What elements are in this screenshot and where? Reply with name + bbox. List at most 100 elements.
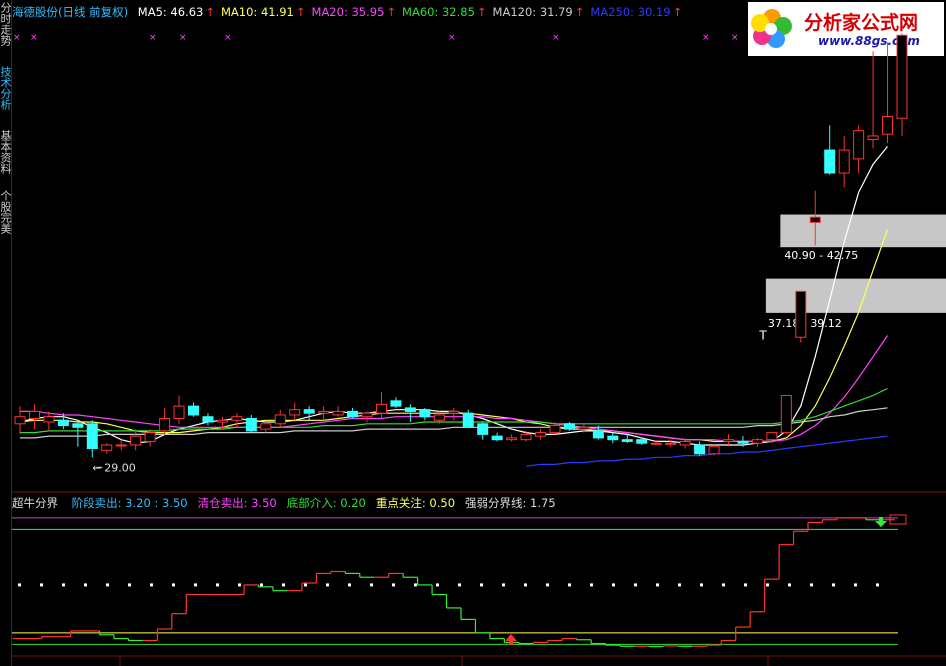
candle-body-60 [882, 116, 894, 135]
split-dot-4 [106, 583, 109, 587]
candle-body-53 [780, 395, 792, 434]
split-dot-5 [128, 583, 131, 587]
candle-body-14 [216, 419, 228, 423]
candle-body-55 [809, 216, 821, 223]
candle-body-41 [607, 435, 619, 441]
candle-body-45 [665, 442, 677, 445]
candle-body-26 [390, 400, 402, 407]
candle-body-9 [144, 432, 156, 442]
marker-x-4: × [224, 33, 232, 43]
candle-body-17 [260, 423, 272, 430]
split-dot-39 [876, 583, 879, 587]
candle-body-54 [795, 290, 807, 338]
candle-body-40 [592, 430, 604, 439]
ma-line-ma5 [19, 146, 888, 446]
price-chart: ×××××××××40.90 - 42.7537.18 - 39.12T29.0… [12, 33, 946, 666]
candle-body-33 [491, 435, 503, 441]
candle-body-29 [433, 414, 445, 421]
split-dot-26 [590, 583, 593, 587]
split-dot-0 [18, 583, 21, 587]
split-dot-17 [392, 583, 395, 587]
candle-body-49 [722, 439, 734, 442]
candle-body-57 [838, 149, 850, 174]
candle-body-11 [173, 405, 185, 419]
candle-body-34 [506, 437, 518, 441]
candle-body-50 [737, 440, 749, 444]
split-dot-18 [414, 583, 417, 587]
split-dot-24 [546, 583, 549, 587]
split-dot-36 [810, 583, 813, 587]
split-dot-28 [634, 583, 637, 587]
candle-body-25 [375, 403, 387, 414]
candle-body-38 [563, 423, 575, 430]
candle-body-28 [419, 409, 431, 418]
candle-body-13 [202, 416, 214, 423]
candle-body-18 [274, 414, 286, 425]
split-dot-32 [722, 583, 725, 587]
candle-body-39 [578, 426, 590, 430]
low-arrow-icon: ← [92, 461, 101, 474]
marker-x-7: × [702, 33, 710, 43]
split-dot-15 [348, 583, 351, 587]
candle-body-44 [650, 442, 662, 445]
candle-body-27 [404, 407, 416, 412]
marker-x-0: × [13, 33, 21, 43]
split-dot-33 [744, 583, 747, 587]
split-dot-34 [766, 583, 769, 587]
candle-body-0 [14, 416, 26, 425]
split-dot-22 [502, 583, 505, 587]
candle-body-58 [853, 130, 865, 160]
split-dot-27 [612, 583, 615, 587]
candle-body-52 [766, 432, 778, 441]
candle-body-42 [621, 439, 633, 442]
split-dot-14 [326, 583, 329, 587]
split-dot-31 [700, 583, 703, 587]
marker-x-2: × [149, 33, 157, 43]
split-dot-10 [238, 583, 241, 587]
candle-body-30 [448, 410, 460, 414]
candle-body-31 [462, 412, 474, 428]
split-dot-38 [854, 583, 857, 587]
candle-body-6 [101, 444, 113, 451]
split-dot-3 [84, 583, 87, 587]
split-dot-16 [370, 583, 373, 587]
candle-body-21 [318, 410, 330, 414]
candle-body-1 [28, 410, 40, 419]
candle-body-36 [535, 432, 547, 437]
candle-body-32 [477, 423, 489, 435]
zone-label-0: 40.90 - 42.75 [784, 249, 858, 262]
candle-body-2 [43, 416, 55, 423]
candle-body-22 [332, 410, 344, 416]
candle-body-48 [708, 446, 720, 455]
split-dot-35 [788, 583, 791, 587]
candle-body-3 [57, 419, 69, 427]
candle-body-8 [130, 435, 142, 446]
split-dot-6 [150, 583, 153, 587]
candle-body-56 [824, 149, 836, 174]
marker-x-5: × [448, 33, 456, 43]
split-dot-37 [832, 583, 835, 587]
split-dot-20 [458, 583, 461, 587]
candle-body-16 [245, 417, 257, 432]
candle-body-59 [867, 135, 879, 140]
candle-body-43 [636, 439, 648, 444]
marker-x-3: × [179, 33, 187, 43]
split-dot-1 [40, 583, 43, 587]
split-dot-12 [282, 583, 285, 587]
marker-x-6: × [552, 33, 560, 43]
candle-body-23 [347, 410, 359, 418]
candle-body-20 [303, 409, 315, 414]
marker-x-1: × [30, 33, 38, 43]
candle-body-5 [86, 423, 98, 450]
split-dot-21 [480, 583, 483, 587]
candle-body-35 [520, 433, 532, 441]
candle-body-24 [361, 412, 373, 418]
zone-tick-mark: T [758, 329, 767, 343]
split-dot-30 [678, 583, 681, 587]
candle-body-4 [72, 423, 84, 428]
split-dot-29 [656, 583, 659, 587]
candle-body-46 [679, 440, 691, 446]
candle-body-51 [751, 439, 763, 444]
split-dot-11 [260, 583, 263, 587]
split-dot-19 [436, 583, 439, 587]
